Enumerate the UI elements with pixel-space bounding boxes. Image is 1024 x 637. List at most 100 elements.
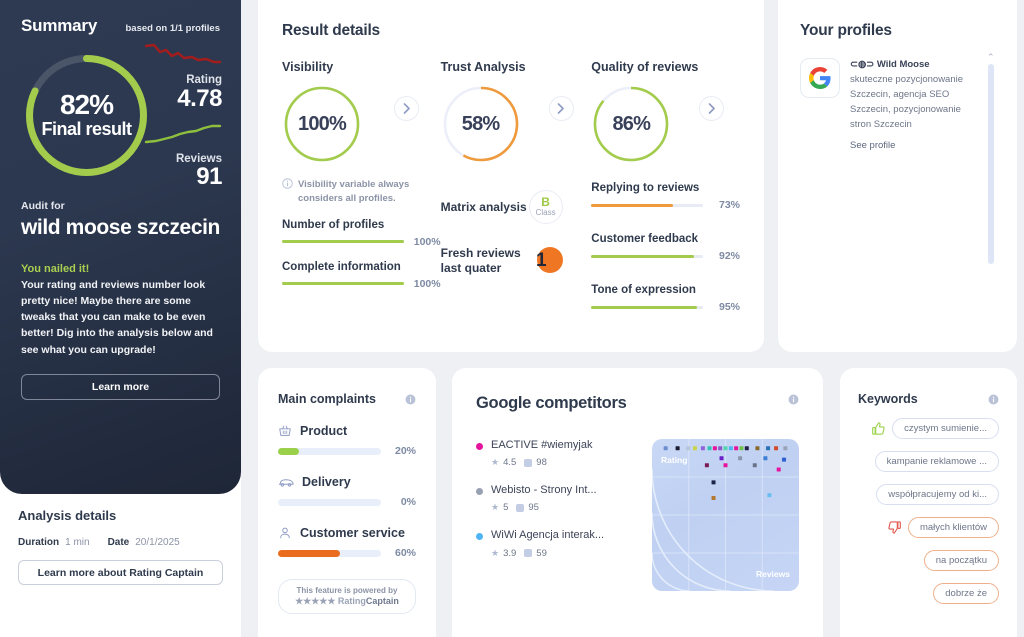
keywords-title: Keywords <box>858 392 918 406</box>
rating-captain-button[interactable]: Learn more about Rating Captain <box>18 560 223 585</box>
reviews-icon <box>524 549 533 558</box>
class-word: Class <box>535 208 556 218</box>
result-details-columns: Visibility 100% Visibility variable alwa… <box>282 60 740 313</box>
competitor-reviews: 59 <box>536 547 547 559</box>
powered-by-text: This feature is powered by <box>296 586 398 595</box>
complaint-delivery: Delivery 0% <box>278 475 416 508</box>
expand-visibility-button[interactable] <box>394 96 419 121</box>
visibility-note: Visibility variable always considers all… <box>282 178 441 206</box>
brand-rating: Rating <box>337 596 366 606</box>
powered-stars: ★★★★★ <box>295 596 336 606</box>
keyword-row-positive-3: współpracujemy od ki... <box>858 484 999 505</box>
metric-gauge-trust: 58% <box>441 84 521 164</box>
date-value: 20/1/2025 <box>135 537 180 548</box>
thumb-down-icon <box>888 521 901 534</box>
keyword-row-negative-3: dobrze że <box>858 583 999 604</box>
metric-column-quality: Quality of reviews 86% Replying to revie… <box>591 60 740 313</box>
keyword-row-negative-2: na początku <box>858 550 999 571</box>
learn-more-button[interactable]: Learn more <box>21 373 220 400</box>
main-complaints-title: Main complaints <box>278 392 376 406</box>
final-result-percent: 82% <box>59 89 114 121</box>
summary-header: Summary based on 1/1 profiles <box>21 16 220 36</box>
expand-quality-button[interactable] <box>699 96 725 121</box>
keyword-chip[interactable]: na początku <box>923 550 999 571</box>
keyword-chip[interactable]: kampanie reklamowe ... <box>874 451 999 472</box>
bar-tone-of-expression: Tone of expression 95% <box>591 284 740 313</box>
info-icon[interactable] <box>788 394 799 405</box>
see-profile-link[interactable]: See profile <box>850 140 895 151</box>
scatter-y-axis-label: Rating <box>661 455 688 465</box>
list-item[interactable]: WiWi Agencja interak... ★ 3.9 59 <box>476 529 636 559</box>
keyword-chip[interactable]: współpracujemy od ki... <box>876 484 999 505</box>
keyword-row-negative-1: małych klientów <box>858 517 999 538</box>
star-icon: ★ <box>491 457 500 468</box>
competitor-color-dot <box>476 443 483 450</box>
bar-percent: 92% <box>718 250 740 262</box>
profile-list: ⊂◍⊃ Wild Moose skuteczne pozycjonowanie … <box>800 52 995 264</box>
bar-customer-feedback: Customer feedback 92% <box>591 233 740 262</box>
competitor-name: EACTIVE #wiemyjak <box>491 439 593 451</box>
star-icon: ★ <box>491 547 500 558</box>
person-icon <box>280 527 290 539</box>
keyword-chip[interactable]: małych klientów <box>907 517 999 538</box>
bar-replying-to-reviews: Replying to reviews 73% <box>591 182 740 211</box>
list-item[interactable]: Webisto - Strony Int... ★ 5 95 <box>476 484 636 513</box>
metric-title-visibility: Visibility <box>282 60 334 74</box>
main-complaints-card: Main complaints Product 20% Delivery 0% … <box>258 368 436 637</box>
metric-percent-visibility: 100% <box>298 112 347 135</box>
bar-track <box>591 254 703 258</box>
keyword-chip[interactable]: dobrze że <box>933 583 999 604</box>
matrix-analysis-row: Matrix analysis B Class <box>441 190 563 224</box>
fresh-reviews-row: Fresh reviews last quater 1 <box>441 244 563 278</box>
analysis-details: Analysis details Duration 1 min Date 20/… <box>0 508 241 585</box>
keywords-header: Keywords <box>858 392 999 406</box>
metric-column-visibility: Visibility 100% Visibility variable alwa… <box>282 60 441 313</box>
keyword-row-positive-2: kampanie reklamowe ... <box>858 451 999 472</box>
nailed-it-body: Your rating and reviews number look pret… <box>21 278 213 356</box>
reviews-icon <box>516 503 525 512</box>
profiles-scrollbar[interactable]: ⌃ <box>987 52 995 267</box>
keyword-row-positive-1: czystym sumienie... <box>858 418 999 439</box>
nailed-it-title: You nailed it! <box>21 262 90 275</box>
truck-icon <box>278 479 294 487</box>
final-result-label: Final result <box>41 119 132 140</box>
metric-column-trust: Trust Analysis 58% Matrix analysis B Cla… <box>441 60 592 313</box>
star-icon: ★ <box>491 502 500 513</box>
scroll-up-icon[interactable]: ⌃ <box>987 52 995 63</box>
bar-fill <box>282 240 404 244</box>
scatter-x-axis-label: Reviews <box>755 569 790 579</box>
result-details-card: Result details Visibility 100% Visibilit… <box>258 0 764 352</box>
audit-business-name: wild moose szczecin <box>21 216 220 239</box>
date-label: Date <box>107 537 130 548</box>
competitor-color-dot <box>476 488 483 496</box>
bar-percent: 95% <box>718 301 740 313</box>
metric-gauge-visibility: 100% <box>282 84 362 164</box>
sparkline-column: Rating 4.78 Reviews 91 <box>144 42 223 197</box>
keyword-chip[interactable]: czystym sumienie... <box>892 418 999 439</box>
scrollbar-thumb[interactable] <box>988 64 994 264</box>
chevron-right-icon <box>403 103 410 114</box>
analysis-details-title: Analysis details <box>18 508 117 523</box>
profile-description: skuteczne pozycjonowanie Szczecin, agenc… <box>850 74 964 131</box>
main-complaints-header: Main complaints <box>278 392 416 406</box>
bar-label: Tone of expression <box>591 284 696 296</box>
google-icon <box>800 58 840 98</box>
metric-percent-quality: 86% <box>612 112 651 135</box>
expand-trust-button[interactable] <box>548 96 574 121</box>
complaint-label: Delivery <box>302 475 351 489</box>
bar-track <box>282 282 404 286</box>
bar-label: Number of profiles <box>282 218 385 231</box>
matrix-analysis-label: Matrix analysis <box>440 199 527 214</box>
info-icon[interactable] <box>988 394 999 405</box>
bar-number-of-profiles: Number of profiles 100% <box>282 219 441 248</box>
list-item[interactable]: EACTIVE #wiemyjak ★ 4.5 98 <box>476 439 636 468</box>
class-badge: B Class <box>528 190 563 224</box>
competitor-rating: 3.9 <box>503 547 517 559</box>
bar-percent: 100% <box>413 235 441 248</box>
bar-complete-information: Complete information 100% <box>282 261 441 290</box>
bar-fill <box>591 203 673 207</box>
info-icon[interactable] <box>405 394 416 405</box>
powered-by-badge: This feature is powered by ★★★★★ RatingC… <box>278 579 416 614</box>
competitor-meta: ★ 3.9 59 <box>491 548 604 559</box>
rating-block: Rating 4.78 <box>144 42 223 111</box>
